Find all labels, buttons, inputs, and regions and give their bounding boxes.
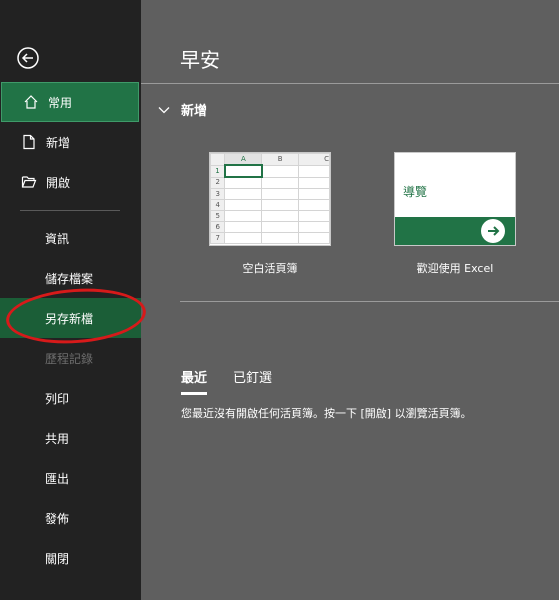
new-section-header[interactable]: 新增 [157,100,207,119]
sidebar-item-home[interactable]: 常用 [1,82,139,122]
sidebar-item-label: 匯出 [45,471,70,486]
template-welcome-excel[interactable]: 導覽 歡迎使用 Excel [394,152,516,276]
sidebar-item-label: 歷程記錄 [45,351,94,366]
sidebar-item-share[interactable]: 共用 [0,418,141,458]
sidebar-item-export[interactable]: 匯出 [0,458,141,498]
new-section-title: 新增 [181,104,208,119]
sidebar-item-label: 常用 [48,95,73,110]
backstage-sidebar: 常用 新增 開啟 資訊 儲存檔案 另存新檔 歷程記錄 列印 共用 匯出 發佈 關… [0,0,148,600]
sidebar-item-label: 發佈 [45,511,70,526]
template-label: 歡迎使用 Excel [416,262,494,275]
row-header: 6 [210,221,226,233]
row-header: 5 [210,210,226,222]
row-header: 2 [210,176,226,189]
row-header: 7 [210,232,226,244]
template-label: 空白活頁簿 [242,262,298,275]
sidebar-item-print[interactable]: 列印 [0,378,141,418]
sidebar-item-publish[interactable]: 發佈 [0,498,141,538]
sidebar-item-label: 儲存檔案 [45,271,94,286]
column-header: B [261,153,300,166]
sidebar-item-info[interactable]: 資訊 [0,218,141,258]
back-button[interactable] [16,46,40,70]
sidebar-item-label: 開啟 [46,175,71,190]
sidebar-divider [20,210,120,211]
tab-pinned[interactable]: 已釘選 [233,367,272,395]
home-icon [22,93,40,111]
sidebar-item-new[interactable]: 新增 [0,122,141,162]
welcome-tour-thumbnail: 導覽 [394,152,516,246]
tab-recent[interactable]: 最近 [181,367,208,395]
row-header: 4 [210,199,226,211]
column-header: C [298,153,330,166]
sidebar-item-history: 歷程記錄 [0,338,141,378]
sidebar-item-close[interactable]: 關閉 [0,538,141,578]
empty-recent-message: 您最近沒有開啟任何活頁簿。按一下 [開啟] 以瀏覽活頁簿。 [181,407,472,420]
section-divider [180,301,559,302]
recent-tabs: 最近 已釘選 [181,367,298,395]
sidebar-item-label: 共用 [45,431,70,446]
template-blank-workbook[interactable]: A B C 1 2 3 4 5 6 7 空白活頁簿 [209,152,331,276]
row-header: 3 [210,188,226,200]
header-divider [141,83,559,84]
page-title: 早安 [180,48,220,72]
row-header: 1 [210,164,226,178]
sidebar-item-label: 新增 [46,135,71,150]
sidebar-item-label: 關閉 [45,551,70,566]
backstage-main: 早安 新增 A B C 1 2 3 4 5 6 7 空白活頁簿 導覽 歡迎使用 … [141,0,559,600]
arrow-left-circle-icon [17,47,39,69]
open-folder-icon [20,173,38,191]
sidebar-item-label: 資訊 [45,231,70,246]
blank-workbook-grid: A B C 1 2 3 4 5 6 7 [210,153,330,244]
chevron-down-icon [158,106,170,113]
new-document-icon [20,133,38,151]
sidebar-item-label: 列印 [45,391,70,406]
sidebar-item-open[interactable]: 開啟 [0,162,141,202]
arrow-right-icon [481,219,505,243]
blank-workbook-thumbnail: A B C 1 2 3 4 5 6 7 [209,152,331,246]
tour-title: 導覽 [403,185,428,199]
column-header: A [224,153,263,166]
